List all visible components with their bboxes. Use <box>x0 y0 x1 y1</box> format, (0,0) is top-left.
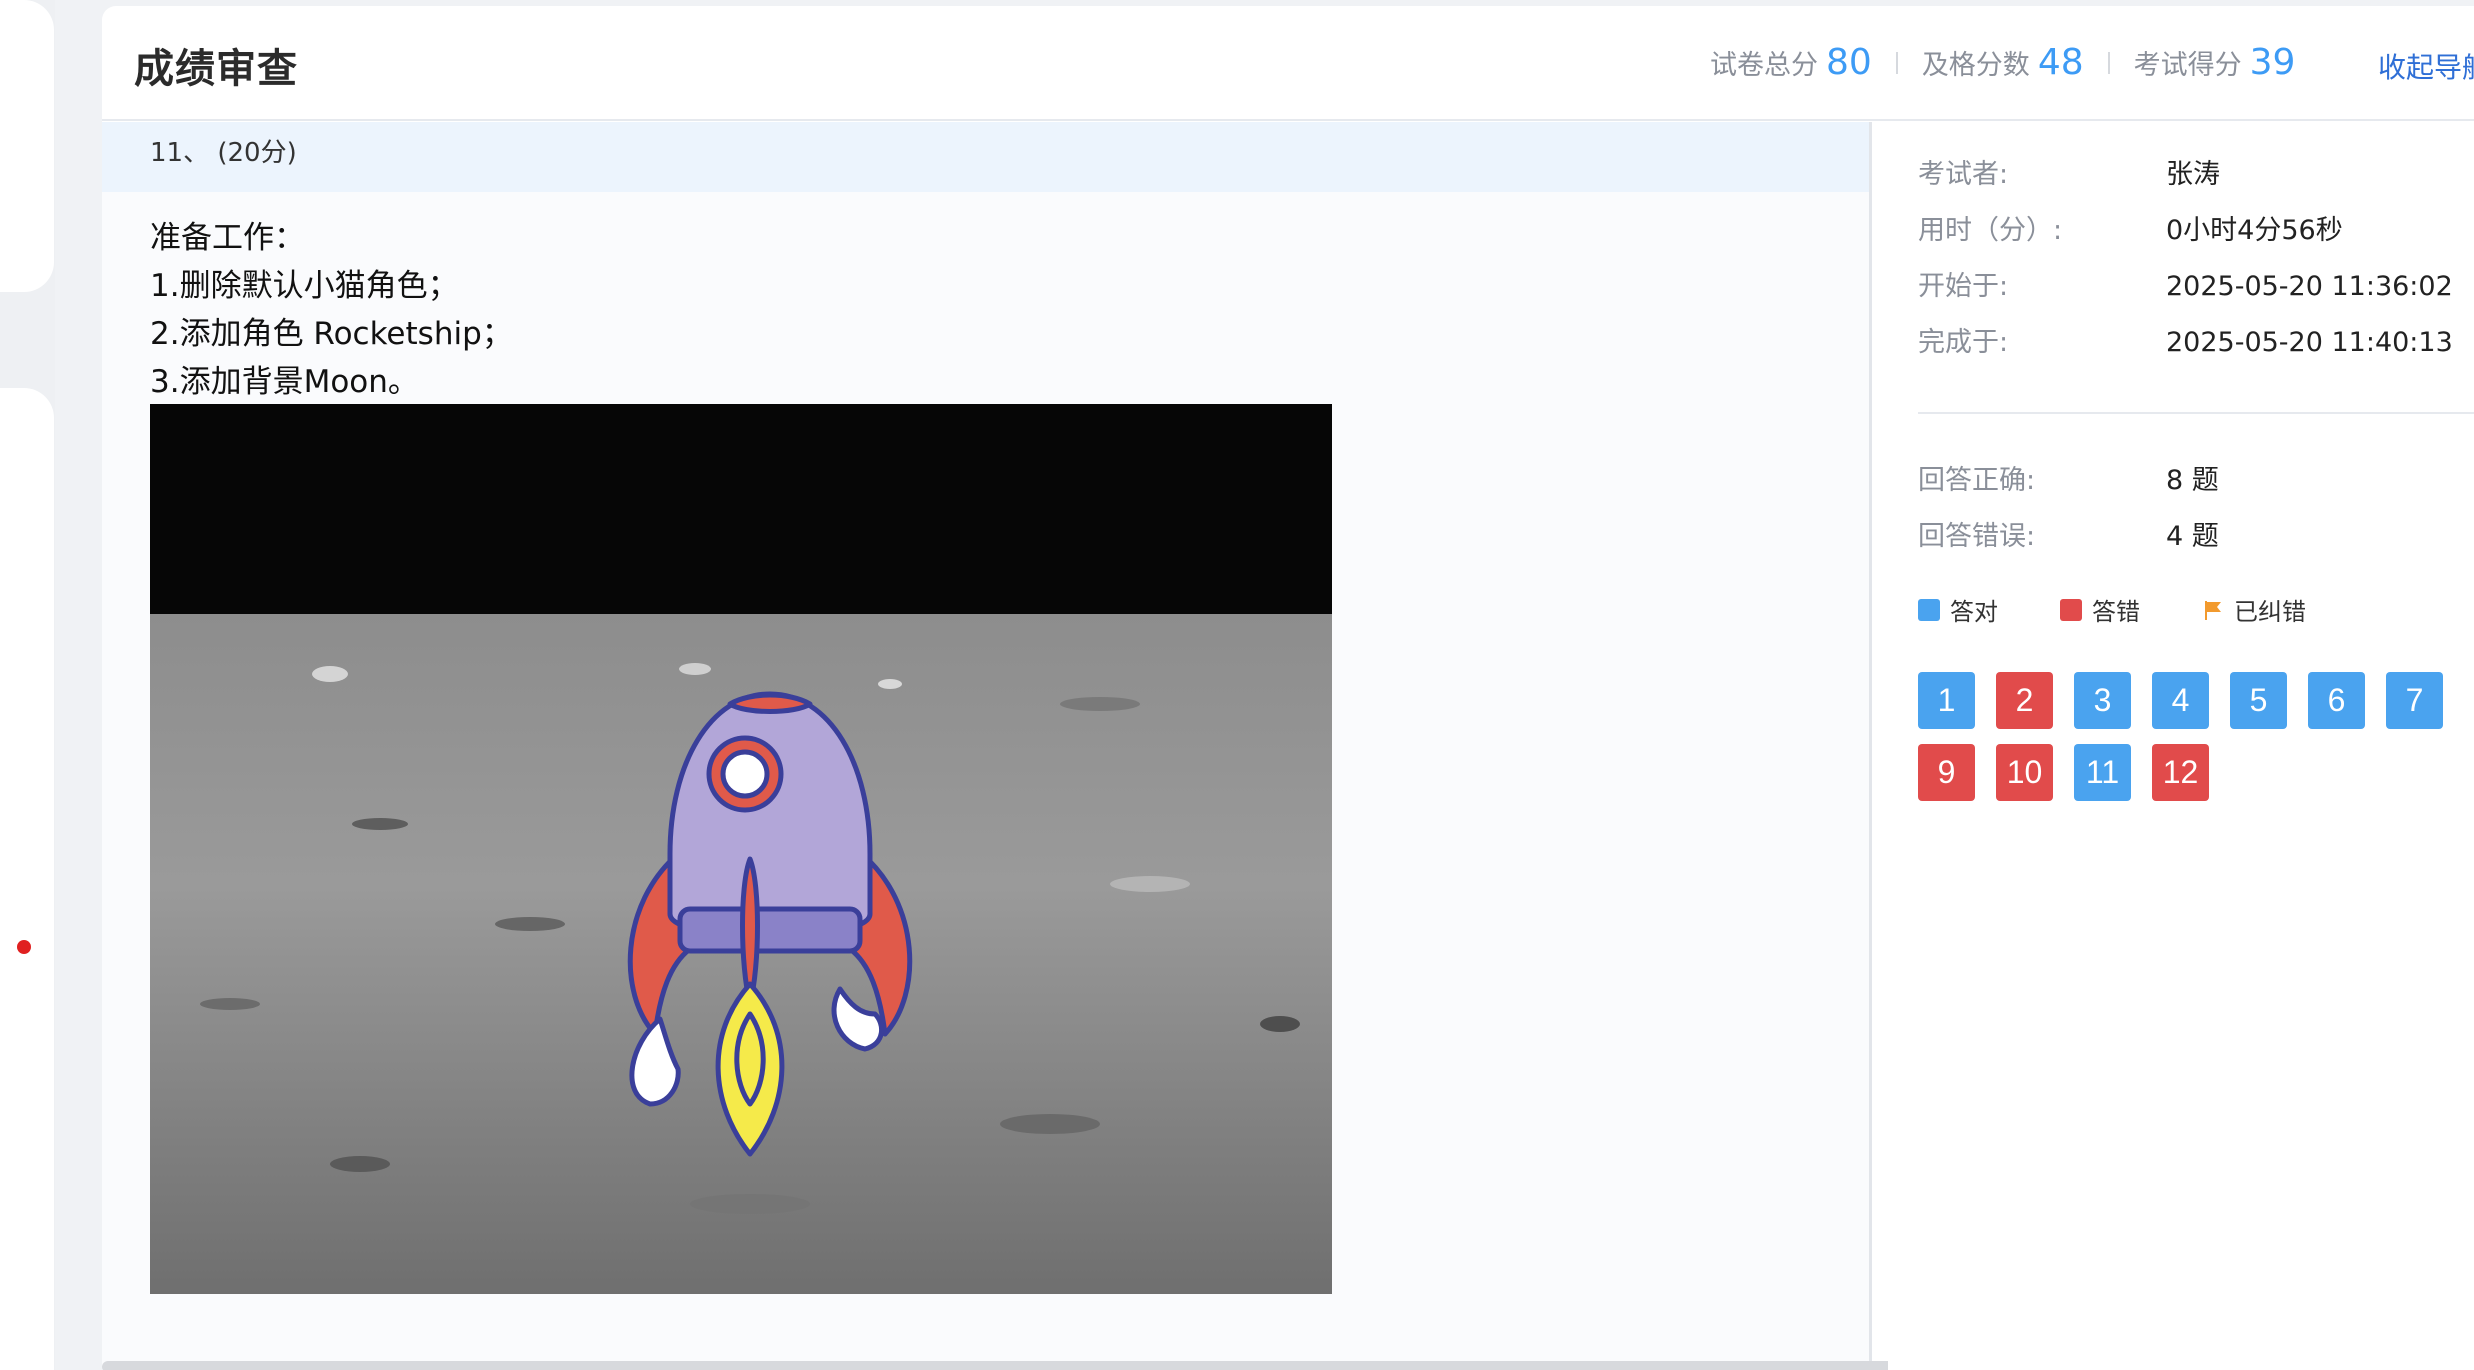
question-nav-button[interactable]: 3 <box>2074 672 2131 729</box>
wrong-count-label: 回答错误: <box>1918 521 2036 552</box>
question-instructions: 准备工作： 1.删除默认小猫角色； 2.添加角色 Rocketship； 3.添… <box>150 214 513 406</box>
correct-count-label: 回答正确: <box>1918 465 2036 496</box>
finish-label: 完成于: <box>1918 327 2009 358</box>
instruction-line: 准备工作： <box>150 220 305 256</box>
legend-corrected: 已纠错 <box>2202 592 2306 627</box>
finish-row: 完成于: 2025-05-20 11:40:13 <box>1918 320 2453 359</box>
start-row: 开始于: 2025-05-20 11:36:02 <box>1918 264 2453 303</box>
question-nav-button[interactable]: 11 <box>2074 744 2131 801</box>
legend-corrected-label: 已纠错 <box>2234 598 2306 626</box>
wrong-swatch <box>2060 598 2082 621</box>
duration-label: 用时（分）: <box>1918 215 2063 246</box>
question-header: 11、 (20分) <box>102 122 1869 192</box>
instruction-line: 2.添加角色 Rocketship； <box>150 316 513 352</box>
finish-value: 2025-05-20 11:40:13 <box>2166 327 2453 358</box>
space-sky <box>150 404 1332 614</box>
question-nav-button[interactable]: 10 <box>1996 744 2053 801</box>
start-label: 开始于: <box>1918 271 2009 302</box>
question-nav-button[interactable]: 9 <box>1918 744 1975 801</box>
examinee-value: 张涛 <box>2166 159 2220 190</box>
question-nav-button[interactable]: 5 <box>2230 672 2287 729</box>
exam-score-label: 考试得分 <box>2133 50 2242 81</box>
collapse-nav-link[interactable]: 收起导航 <box>2378 46 2474 86</box>
pass-score-value: 48 <box>2037 42 2084 83</box>
question-nav-button[interactable]: 1 <box>1918 672 1975 729</box>
start-value: 2025-05-20 11:36:02 <box>2166 271 2453 302</box>
rail-card-main <box>0 388 54 1370</box>
correct-swatch <box>1918 598 1940 621</box>
question-number: 11、 (20分) <box>150 138 297 168</box>
legend-correct-label: 答对 <box>1950 598 1998 626</box>
pass-score-label: 及格分数 <box>1921 50 2030 81</box>
stat-divider <box>1895 51 1898 74</box>
legend-wrong: 答错 <box>2060 592 2140 627</box>
notification-dot <box>17 940 31 954</box>
wrong-count-row: 回答错误: 4 题 <box>1918 514 2219 553</box>
examinee-label: 考试者: <box>1918 159 2009 190</box>
total-score-label: 试卷总分 <box>1710 50 1818 81</box>
question-nav-button[interactable]: 7 <box>2386 672 2443 729</box>
left-rail <box>0 0 55 1370</box>
instruction-line: 3.添加背景Moon。 <box>150 364 419 400</box>
question-pane: 11、 (20分) 准备工作： 1.删除默认小猫角色； 2.添加角色 Rocke… <box>102 122 1902 1370</box>
correct-count-value: 8 题 <box>2166 465 2219 496</box>
question-nav-button[interactable]: 4 <box>2152 672 2209 729</box>
horizontal-scrollbar[interactable] <box>102 1361 1902 1370</box>
question-image <box>150 404 1332 1294</box>
exam-score-value: 39 <box>2249 42 2296 83</box>
legend-correct: 答对 <box>1918 592 1998 627</box>
instruction-line: 1.删除默认小猫角色； <box>150 268 459 304</box>
page-title: 成绩审查 <box>134 46 298 92</box>
duration-value: 0小时4分56秒 <box>2166 215 2343 246</box>
examinee-row: 考试者: 张涛 <box>1918 152 2220 191</box>
question-nav-button[interactable]: 6 <box>2308 672 2365 729</box>
score-stats: 试卷总分 80 及格分数 48 考试得分 39 <box>1710 42 2295 83</box>
status-legend: 答对 答错 已纠错 <box>1918 592 2368 627</box>
wrong-count-value: 4 题 <box>2166 521 2219 552</box>
moon-rocket-illustration <box>150 404 1332 1294</box>
question-nav-button[interactable]: 12 <box>2152 744 2209 801</box>
correct-count-row: 回答正确: 8 题 <box>1918 458 2219 497</box>
duration-row: 用时（分）: 0小时4分56秒 <box>1918 208 2343 247</box>
total-score-value: 80 <box>1826 42 1872 83</box>
main-card: 成绩审查 试卷总分 80 及格分数 48 考试得分 39 收起导航 11、 (2… <box>102 6 2474 1370</box>
legend-wrong-label: 答错 <box>2092 598 2140 626</box>
rail-card-top <box>0 0 54 292</box>
header: 成绩审查 试卷总分 80 及格分数 48 考试得分 39 收起导航 <box>102 6 2474 121</box>
exam-info-pane: 考试者: 张涛 用时（分）: 0小时4分56秒 开始于: 2025-05-20 11:… <box>1888 122 2474 1370</box>
stat-divider <box>2107 51 2110 74</box>
question-nav-button[interactable]: 2 <box>1996 672 2053 729</box>
flag-icon <box>2205 600 2221 620</box>
info-divider <box>1918 412 2474 414</box>
